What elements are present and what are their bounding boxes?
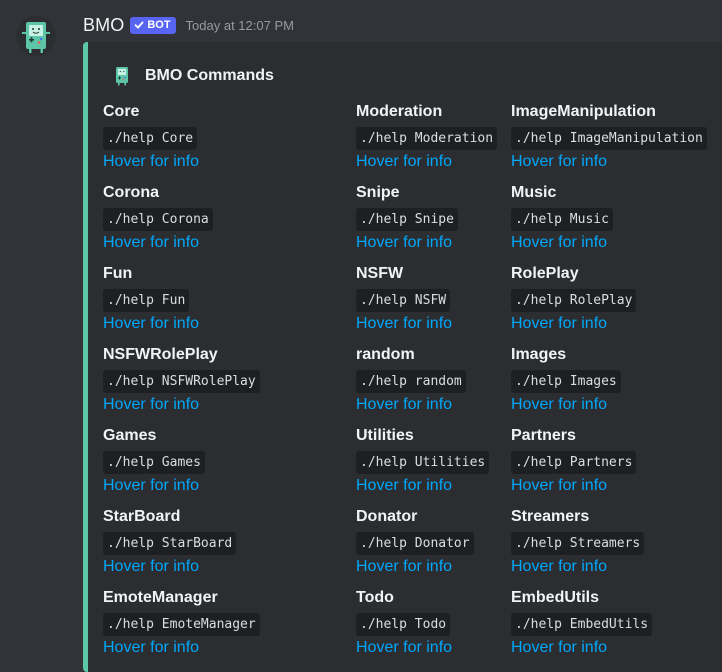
hover-info-link[interactable]: Hover for info: [356, 232, 458, 253]
hover-info-link[interactable]: Hover for info: [356, 475, 489, 496]
embed-field: Partners ./help Partners Hover for info: [511, 426, 637, 496]
embed-field: StarBoard ./help StarBoard Hover for info: [103, 507, 237, 577]
verified-check-icon: [134, 21, 144, 29]
field-name: NSFW: [356, 265, 404, 282]
field-command-code: ./help EmoteManager: [103, 613, 260, 636]
hover-info-link[interactable]: Hover for info: [511, 151, 707, 172]
field-name: RolePlay: [511, 265, 579, 282]
hover-info-link[interactable]: Hover for info: [511, 232, 613, 253]
field-name: Partners: [511, 427, 576, 444]
embed-author: BMO Commands: [110, 64, 274, 88]
bot-badge-label: BOT: [147, 19, 171, 31]
field-name: EmoteManager: [103, 589, 218, 606]
field-name: Moderation: [356, 103, 443, 120]
field-command-code: ./help NSFWRolePlay: [103, 370, 260, 393]
hover-info-link[interactable]: Hover for info: [103, 475, 205, 496]
field-name: Music: [511, 184, 557, 201]
field-command-code: ./help Corona: [103, 208, 213, 231]
field-name: Games: [103, 427, 157, 444]
hover-info-link[interactable]: Hover for info: [356, 151, 497, 172]
field-name: Utilities: [356, 427, 414, 444]
hover-info-link[interactable]: Hover for info: [103, 394, 260, 415]
field-command-code: ./help EmbedUtils: [511, 613, 653, 636]
embed: BMO Commands Core ./help Core Hover for in…: [83, 42, 722, 672]
field-name: Snipe: [356, 184, 400, 201]
timestamp[interactable]: Today at 12:07 PM: [186, 18, 294, 33]
field-name: Streamers: [511, 508, 590, 525]
field-command-code: ./help Core: [103, 127, 198, 150]
embed-field: NSFWRolePlay ./help NSFWRolePlay Hover for…: [103, 345, 260, 415]
field-command-code: ./help Music: [511, 208, 613, 231]
field-name: NSFWRolePlay: [103, 346, 218, 363]
field-command-code: ./help StarBoard: [103, 532, 237, 555]
field-name: Fun: [103, 265, 133, 282]
hover-info-link[interactable]: Hover for info: [103, 151, 199, 172]
embed-field: Streamers ./help Streamers Hover for info: [511, 507, 645, 577]
hover-info-link[interactable]: Hover for info: [103, 637, 260, 658]
hover-info-link[interactable]: Hover for info: [356, 313, 452, 334]
hover-info-link[interactable]: Hover for info: [356, 637, 452, 658]
hover-info-link[interactable]: Hover for info: [103, 556, 236, 577]
embed-field: Core ./help Core Hover for info: [103, 102, 199, 172]
field-name: random: [356, 346, 415, 363]
embed-field: Images ./help Images Hover for info: [511, 345, 621, 415]
embed-field: Utilities ./help Utilities Hover for info: [356, 426, 490, 496]
hover-info-link[interactable]: Hover for info: [511, 637, 652, 658]
hover-info-link[interactable]: Hover for info: [356, 556, 474, 577]
hover-info-link[interactable]: Hover for info: [511, 556, 644, 577]
field-command-code: ./help Streamers: [511, 532, 645, 555]
embed-field: NSFW ./help NSFW Hover for info: [356, 264, 452, 334]
field-command-code: ./help Utilities: [356, 451, 490, 474]
embed-field: EmbedUtils ./help EmbedUtils Hover for inf…: [511, 588, 653, 658]
field-command-code: ./help Donator: [356, 532, 474, 555]
embed-field: EmoteManager ./help EmoteManager Hover for…: [103, 588, 260, 658]
field-name: Images: [511, 346, 567, 363]
field-command-code: ./help Images: [511, 370, 621, 393]
field-name: ImageManipulation: [511, 103, 656, 120]
hover-info-link[interactable]: Hover for info: [511, 475, 636, 496]
embed-field: Music ./help Music Hover for info: [511, 183, 613, 253]
field-command-code: ./help Fun: [103, 289, 190, 312]
embed-field: random ./help random Hover for info: [356, 345, 466, 415]
embed-field: Todo ./help Todo Hover for info: [356, 588, 452, 658]
hover-info-link[interactable]: Hover for info: [103, 313, 199, 334]
username[interactable]: BMO: [83, 15, 124, 36]
field-command-code: ./help Snipe: [356, 208, 458, 231]
embed-field: Games ./help Games Hover for info: [103, 426, 205, 496]
hover-info-link[interactable]: Hover for info: [511, 313, 636, 334]
embed-field: ImageManipulation ./help ImageManipulatio…: [511, 102, 707, 172]
embed-field: Snipe ./help Snipe Hover for info: [356, 183, 458, 253]
bmo-avatar-icon: [22, 22, 50, 53]
field-command-code: ./help Moderation: [356, 127, 498, 150]
message-header: BMO BOT Today at 12:07 PM: [83, 12, 294, 38]
embed-field: Corona ./help Corona Hover for info: [103, 183, 213, 253]
bot-badge: BOT: [130, 16, 176, 34]
embed-field: RolePlay ./help RolePlay Hover for info: [511, 264, 637, 334]
embed-field: Donator ./help Donator Hover for info: [356, 507, 474, 577]
embed-field: Moderation ./help Moderation Hover for inf…: [356, 102, 498, 172]
field-command-code: ./help RolePlay: [511, 289, 637, 312]
embed-author-name: BMO Commands: [145, 67, 274, 84]
bmo-author-icon: [110, 64, 134, 88]
hover-info-link[interactable]: Hover for info: [103, 232, 213, 253]
field-command-code: ./help Games: [103, 451, 205, 474]
field-name: Todo: [356, 589, 394, 606]
field-command-code: ./help ImageManipulation: [511, 127, 707, 150]
field-command-code: ./help Todo: [356, 613, 451, 636]
bot-avatar[interactable]: [16, 16, 56, 56]
hover-info-link[interactable]: Hover for info: [511, 394, 621, 415]
field-name: EmbedUtils: [511, 589, 600, 606]
field-command-code: ./help Partners: [511, 451, 637, 474]
field-name: StarBoard: [103, 508, 181, 525]
embed-field: Fun ./help Fun Hover for info: [103, 264, 199, 334]
field-name: Corona: [103, 184, 159, 201]
field-command-code: ./help NSFW: [356, 289, 451, 312]
field-name: Core: [103, 103, 140, 120]
field-name: Donator: [356, 508, 418, 525]
field-command-code: ./help random: [356, 370, 466, 393]
hover-info-link[interactable]: Hover for info: [356, 394, 466, 415]
